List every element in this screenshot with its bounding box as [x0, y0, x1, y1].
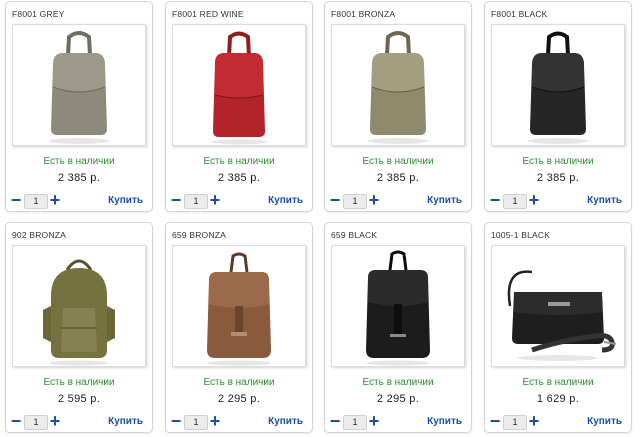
quantity-input[interactable]: [24, 194, 48, 209]
decrease-quantity-button[interactable]: −: [9, 191, 23, 209]
product-image[interactable]: [172, 245, 306, 367]
product-title[interactable]: F8001 BRONZA: [331, 9, 395, 19]
availability-status: Есть в наличии: [522, 377, 594, 388]
decrease-quantity-button[interactable]: −: [488, 191, 502, 209]
backpack-icon: [173, 246, 305, 366]
decrease-quantity-button[interactable]: −: [9, 412, 23, 430]
quantity-input[interactable]: [503, 415, 527, 430]
availability-status: Есть в наличии: [362, 377, 434, 388]
quantity-controls: − + Купить: [325, 191, 471, 209]
quantity-controls: − + Купить: [166, 412, 312, 430]
backpack-icon: [13, 246, 145, 366]
increase-quantity-button[interactable]: +: [527, 412, 541, 430]
product-title[interactable]: 1005-1 BLACK: [491, 230, 550, 240]
decrease-quantity-button[interactable]: −: [169, 191, 183, 209]
product-title[interactable]: 902 BRONZA: [12, 230, 66, 240]
increase-quantity-button[interactable]: +: [208, 412, 222, 430]
product-title[interactable]: F8001 BLACK: [491, 9, 548, 19]
quantity-controls: − + Купить: [6, 412, 152, 430]
quantity-input[interactable]: [24, 415, 48, 430]
shoulder-bag-icon: [492, 246, 624, 366]
availability-status: Есть в наличии: [43, 156, 115, 167]
availability-status: Есть в наличии: [362, 156, 434, 167]
product-price: 2 295 р.: [217, 393, 261, 405]
product-price: 2 385 р.: [536, 172, 580, 184]
product-price: 2 295 р.: [376, 393, 420, 405]
quantity-controls: − + Купить: [485, 191, 631, 209]
availability-status: Есть в наличии: [203, 156, 275, 167]
buy-button[interactable]: Купить: [587, 195, 622, 206]
product-price: 2 385 р.: [376, 172, 420, 184]
buy-button[interactable]: Купить: [268, 195, 303, 206]
increase-quantity-button[interactable]: +: [367, 412, 381, 430]
product-image[interactable]: [331, 24, 465, 146]
increase-quantity-button[interactable]: +: [48, 412, 62, 430]
quantity-controls: − + Купить: [166, 191, 312, 209]
product-image[interactable]: [12, 24, 146, 146]
quantity-input[interactable]: [503, 194, 527, 209]
decrease-quantity-button[interactable]: −: [328, 191, 342, 209]
buy-button[interactable]: Купить: [268, 416, 303, 427]
product-price: 2 385 р.: [57, 172, 101, 184]
quantity-input[interactable]: [343, 415, 367, 430]
backpack-icon: [332, 246, 464, 366]
product-card: F8001 BRONZA Есть в наличии 2 385 р. − +…: [324, 1, 472, 212]
availability-status: Есть в наличии: [203, 377, 275, 388]
product-card: 902 BRONZA Есть в наличии 2 595 р. − + К…: [5, 222, 153, 433]
product-title[interactable]: F8001 GREY: [12, 9, 65, 19]
product-card: F8001 RED WINE Есть в наличии 2 385 р. −…: [165, 1, 313, 212]
quantity-controls: − + Купить: [6, 191, 152, 209]
backpack-icon: [492, 25, 624, 145]
product-image[interactable]: [491, 245, 625, 367]
product-image[interactable]: [172, 24, 306, 146]
product-title[interactable]: F8001 RED WINE: [172, 9, 244, 19]
product-image[interactable]: [12, 245, 146, 367]
product-image[interactable]: [491, 24, 625, 146]
product-title[interactable]: 659 BLACK: [331, 230, 377, 240]
buy-button[interactable]: Купить: [108, 195, 143, 206]
quantity-input[interactable]: [184, 194, 208, 209]
product-card: 659 BLACK Есть в наличии 2 295 р. − + Ку…: [324, 222, 472, 433]
product-card: F8001 BLACK Есть в наличии 2 385 р. − + …: [484, 1, 632, 212]
availability-status: Есть в наличии: [43, 377, 115, 388]
backpack-icon: [13, 25, 145, 145]
product-price: 1 629 р.: [536, 393, 580, 405]
buy-button[interactable]: Купить: [587, 416, 622, 427]
buy-button[interactable]: Купить: [427, 416, 462, 427]
quantity-controls: − + Купить: [325, 412, 471, 430]
increase-quantity-button[interactable]: +: [208, 191, 222, 209]
increase-quantity-button[interactable]: +: [48, 191, 62, 209]
quantity-controls: − + Купить: [485, 412, 631, 430]
decrease-quantity-button[interactable]: −: [328, 412, 342, 430]
increase-quantity-button[interactable]: +: [527, 191, 541, 209]
product-card: 1005-1 BLACK Есть в наличии 1 629 р. − +…: [484, 222, 632, 433]
product-price: 2 385 р.: [217, 172, 261, 184]
product-card: 659 BRONZA Есть в наличии 2 295 р. − + К…: [165, 222, 313, 433]
increase-quantity-button[interactable]: +: [367, 191, 381, 209]
decrease-quantity-button[interactable]: −: [169, 412, 183, 430]
buy-button[interactable]: Купить: [427, 195, 462, 206]
backpack-icon: [173, 25, 305, 145]
decrease-quantity-button[interactable]: −: [488, 412, 502, 430]
backpack-icon: [332, 25, 464, 145]
product-image[interactable]: [331, 245, 465, 367]
quantity-input[interactable]: [343, 194, 367, 209]
availability-status: Есть в наличии: [522, 156, 594, 167]
product-grid: F8001 GREY Есть в наличии 2 385 р. − + К…: [0, 0, 640, 437]
product-card: F8001 GREY Есть в наличии 2 385 р. − + К…: [5, 1, 153, 212]
product-title[interactable]: 659 BRONZA: [172, 230, 226, 240]
product-price: 2 595 р.: [57, 393, 101, 405]
quantity-input[interactable]: [184, 415, 208, 430]
buy-button[interactable]: Купить: [108, 416, 143, 427]
